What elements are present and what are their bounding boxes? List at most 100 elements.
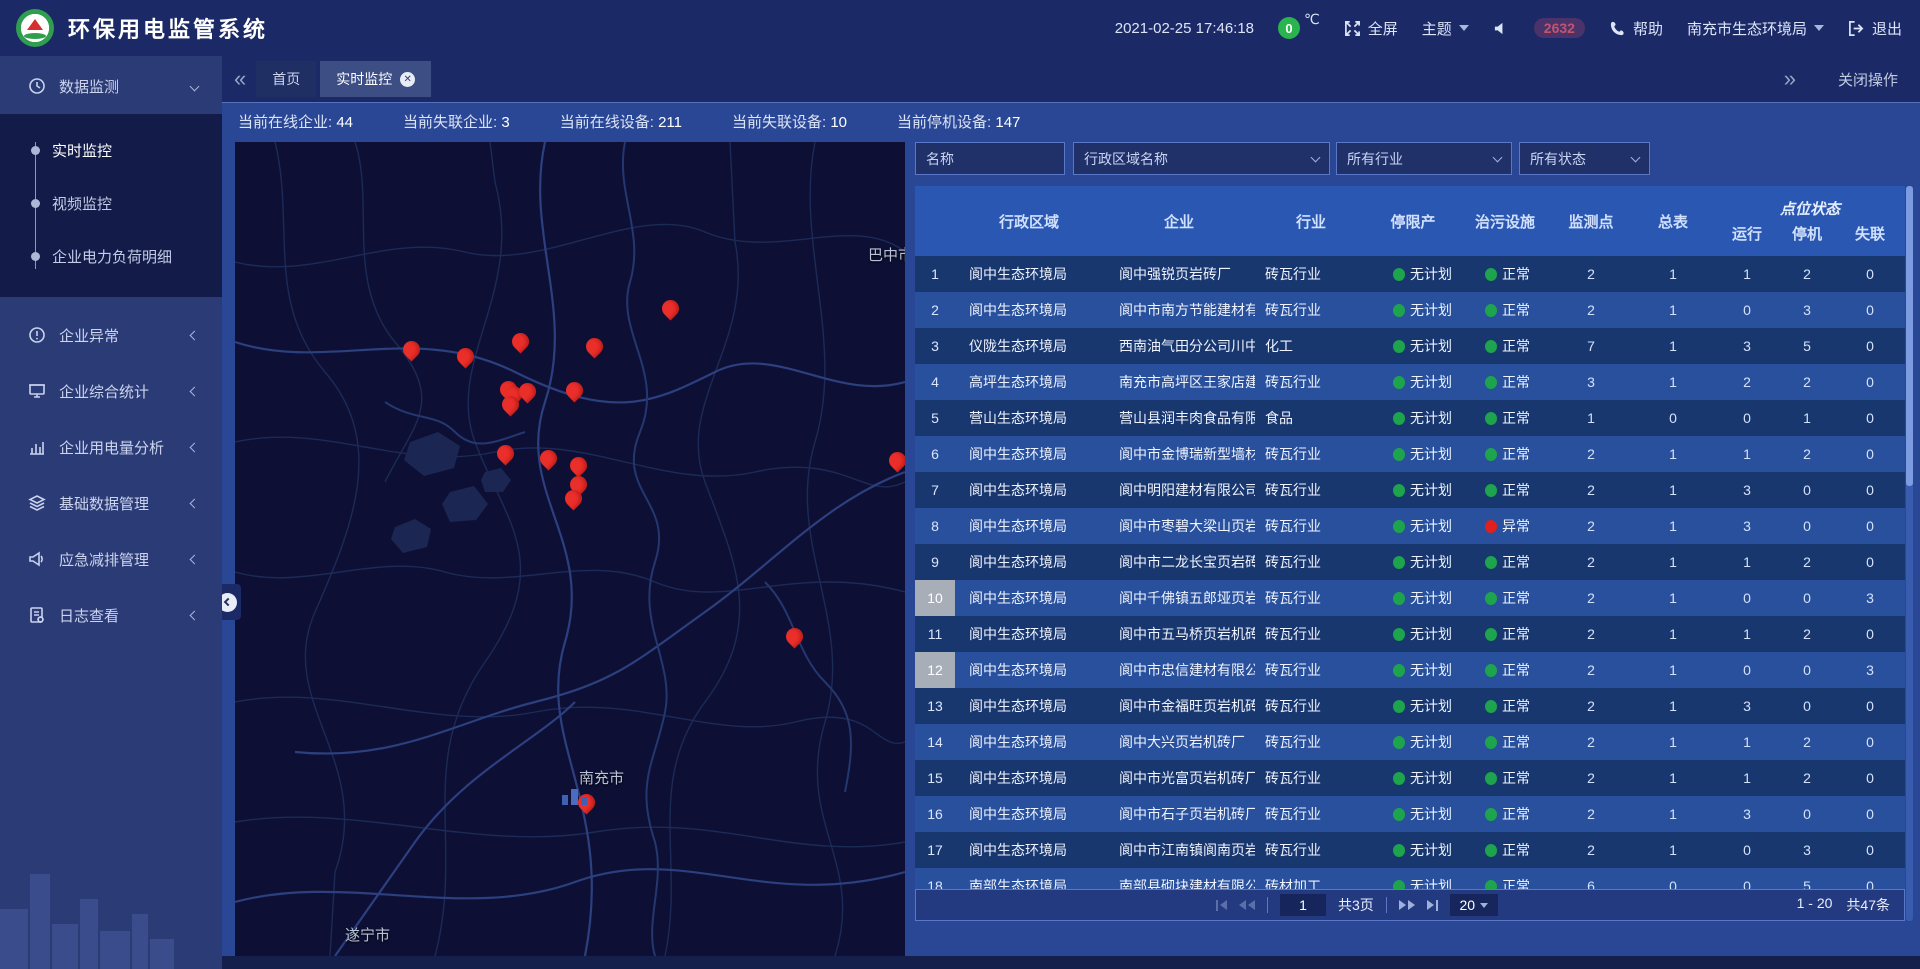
sidebar-item-data-monitoring[interactable]: 数据监测 [0, 64, 222, 108]
row-number: 17 [915, 832, 955, 868]
cell-production-status: 无计划 [1367, 408, 1459, 428]
tab-scroll-left-icon[interactable]: « [234, 68, 246, 90]
table-row[interactable]: 10 阆中生态环境局 阆中千佛镇五郎垭页岩 砖瓦行业 无计划 正常 2 1 0 … [915, 580, 1905, 616]
cell-running: 1 [1715, 446, 1779, 462]
sidebar-item-realtime-monitoring[interactable]: 实时监控 [0, 124, 222, 177]
first-page-button[interactable] [1216, 900, 1227, 911]
table-row[interactable]: 8 阆中生态环境局 阆中市枣碧大梁山页岩 砖瓦行业 无计划 异常 2 1 3 0… [915, 508, 1905, 544]
close-icon[interactable]: ✕ [400, 72, 415, 87]
name-filter-input[interactable] [926, 151, 1054, 167]
cell-facility-status: 正常 [1459, 336, 1551, 356]
cell-stopped: 3 [1779, 302, 1835, 318]
table-row[interactable]: 7 阆中生态环境局 阆中明阳建材有限公司 砖瓦行业 无计划 正常 2 1 3 0… [915, 472, 1905, 508]
sidebar-item-enterprise-abnormal[interactable]: 企业异常 [0, 307, 222, 363]
region-filter-select[interactable]: 行政区域名称 [1073, 142, 1330, 175]
org-dropdown[interactable]: 南充市生态环境局 [1687, 18, 1824, 39]
table-row[interactable]: 15 阆中生态环境局 阆中市光富页岩机砖厂 砖瓦行业 无计划 正常 2 1 1 … [915, 760, 1905, 796]
logout-button[interactable]: 退出 [1848, 18, 1902, 39]
cell-points: 2 [1551, 842, 1631, 858]
notification-badge[interactable]: 2632 [1534, 18, 1585, 38]
table-row[interactable]: 5 营山生态环境局 营山县润丰肉食品有限 食品 无计划 正常 1 0 0 1 0 [915, 400, 1905, 436]
cell-industry: 砖瓦行业 [1255, 588, 1367, 608]
cell-points: 2 [1551, 446, 1631, 462]
col-group-point-status: 点位状态 [1715, 198, 1905, 219]
cell-meters: 0 [1631, 878, 1715, 889]
next-page-button[interactable] [1399, 900, 1415, 910]
page-number-input[interactable]: 1 [1280, 894, 1326, 916]
sidebar-item-enterprise-statistics[interactable]: 企业综合统计 [0, 363, 222, 419]
table-row[interactable]: 14 阆中生态环境局 阆中大兴页岩机砖厂 砖瓦行业 无计划 正常 2 1 1 2… [915, 724, 1905, 760]
cell-company: 西南油气田分公司川中 [1103, 336, 1255, 356]
app-logo-icon [16, 9, 54, 47]
col-facility: 治污设施 [1459, 186, 1551, 256]
cell-points: 2 [1551, 554, 1631, 570]
mute-button[interactable] [1493, 20, 1510, 37]
cell-running: 3 [1715, 482, 1779, 498]
cell-company: 阆中市金福旺页岩机砖 [1103, 696, 1255, 716]
cell-production-status: 无计划 [1367, 588, 1459, 608]
cell-region: 阆中生态环境局 [955, 552, 1103, 572]
close-operations-button[interactable]: 关闭操作 [1838, 69, 1898, 90]
last-page-button[interactable] [1427, 900, 1438, 911]
sidebar-item-log-view[interactable]: 日志查看 [0, 587, 222, 643]
status-dot-icon [1393, 340, 1405, 353]
table-row[interactable]: 2 阆中生态环境局 阆中市南方节能建材有 砖瓦行业 无计划 正常 2 1 0 3… [915, 292, 1905, 328]
cell-facility-status: 正常 [1459, 768, 1551, 788]
table-row[interactable]: 6 阆中生态环境局 阆中市金博瑞新型墙材 砖瓦行业 无计划 正常 2 1 1 2… [915, 436, 1905, 472]
fullscreen-button[interactable]: 全屏 [1344, 18, 1398, 39]
table-scrollbar[interactable] [1906, 186, 1913, 921]
cell-lost: 0 [1835, 698, 1905, 714]
page-size-select[interactable]: 20 [1450, 894, 1498, 916]
enterprise-table: 行政区域 企业 行业 停限产 治污设施 监测点 总表 运行 停机 失联 点位状态… [915, 186, 1905, 889]
status-dot-icon [1485, 664, 1497, 677]
row-number: 16 [915, 796, 955, 832]
bullet-icon [31, 199, 40, 208]
prev-page-button[interactable] [1239, 900, 1255, 910]
table-row[interactable]: 18 南部生态环境局 南部县砌块建材有限公 砖材加工 无计划 正常 6 0 0 … [915, 868, 1905, 889]
cell-points: 7 [1551, 338, 1631, 354]
cell-running: 0 [1715, 662, 1779, 678]
cell-meters: 1 [1631, 626, 1715, 642]
status-filter-select[interactable]: 所有状态 [1519, 142, 1650, 175]
tab-realtime-monitoring[interactable]: 实时监控 ✕ [320, 61, 431, 97]
cell-points: 1 [1551, 410, 1631, 426]
row-number: 10 [915, 580, 955, 616]
status-dot-icon [1393, 808, 1405, 821]
chevron-left-icon [190, 386, 200, 396]
help-button[interactable]: 帮助 [1609, 18, 1663, 39]
cell-facility-status: 正常 [1459, 876, 1551, 889]
industry-filter-select[interactable]: 所有行业 [1336, 142, 1512, 175]
fullscreen-icon [1344, 20, 1361, 37]
alert-icon [28, 326, 46, 344]
table-row[interactable]: 3 仪陇生态环境局 西南油气田分公司川中 化工 无计划 正常 7 1 3 5 0 [915, 328, 1905, 364]
table-row[interactable]: 9 阆中生态环境局 阆中市二龙长宝页岩砖 砖瓦行业 无计划 正常 2 1 1 2… [915, 544, 1905, 580]
cell-industry: 砖瓦行业 [1255, 696, 1367, 716]
table-row[interactable]: 4 高坪生态环境局 南充市高坪区王家店建 砖瓦行业 无计划 正常 3 1 2 2… [915, 364, 1905, 400]
table-row[interactable]: 17 阆中生态环境局 阆中市江南镇阆南页岩 砖瓦行业 无计划 正常 2 1 0 … [915, 832, 1905, 868]
table-row[interactable]: 12 阆中生态环境局 阆中市忠信建材有限公 砖瓦行业 无计划 正常 2 1 0 … [915, 652, 1905, 688]
table-row[interactable]: 13 阆中生态环境局 阆中市金福旺页岩机砖 砖瓦行业 无计划 正常 2 1 3 … [915, 688, 1905, 724]
cell-production-status: 无计划 [1367, 624, 1459, 644]
theme-dropdown[interactable]: 主题 [1422, 18, 1469, 39]
map[interactable]: 巴中市南充市遂宁市 [235, 142, 905, 956]
tab-home[interactable]: 首页 [256, 61, 316, 97]
tab-scroll-right-icon[interactable]: » [1784, 68, 1796, 90]
chevron-down-icon [1814, 25, 1824, 31]
status-dot-icon [1393, 304, 1405, 317]
table-row[interactable]: 11 阆中生态环境局 阆中市五马桥页岩机砖 砖瓦行业 无计划 正常 2 1 1 … [915, 616, 1905, 652]
sidebar-item-base-data[interactable]: 基础数据管理 [0, 475, 222, 531]
sidebar-item-video-monitoring[interactable]: 视频监控 [0, 177, 222, 230]
cell-stopped: 0 [1779, 590, 1835, 606]
sidebar-item-power-analysis[interactable]: 企业用电量分析 [0, 419, 222, 475]
cell-company: 阆中市忠信建材有限公 [1103, 660, 1255, 680]
cell-company: 阆中明阳建材有限公司 [1103, 480, 1255, 500]
cell-production-status: 无计划 [1367, 840, 1459, 860]
bullet-icon [31, 146, 40, 155]
cell-points: 2 [1551, 590, 1631, 606]
table-row[interactable]: 16 阆中生态环境局 阆中市石子页岩机砖厂 砖瓦行业 无计划 正常 2 1 3 … [915, 796, 1905, 832]
status-dot-icon [1485, 808, 1497, 821]
cell-meters: 1 [1631, 518, 1715, 534]
sidebar-item-power-load-detail[interactable]: 企业电力负荷明细 [0, 230, 222, 283]
table-row[interactable]: 1 阆中生态环境局 阆中强锐页岩砖厂 砖瓦行业 无计划 正常 2 1 1 2 0 [915, 256, 1905, 292]
sidebar-item-emergency-reduction[interactable]: 应急减排管理 [0, 531, 222, 587]
